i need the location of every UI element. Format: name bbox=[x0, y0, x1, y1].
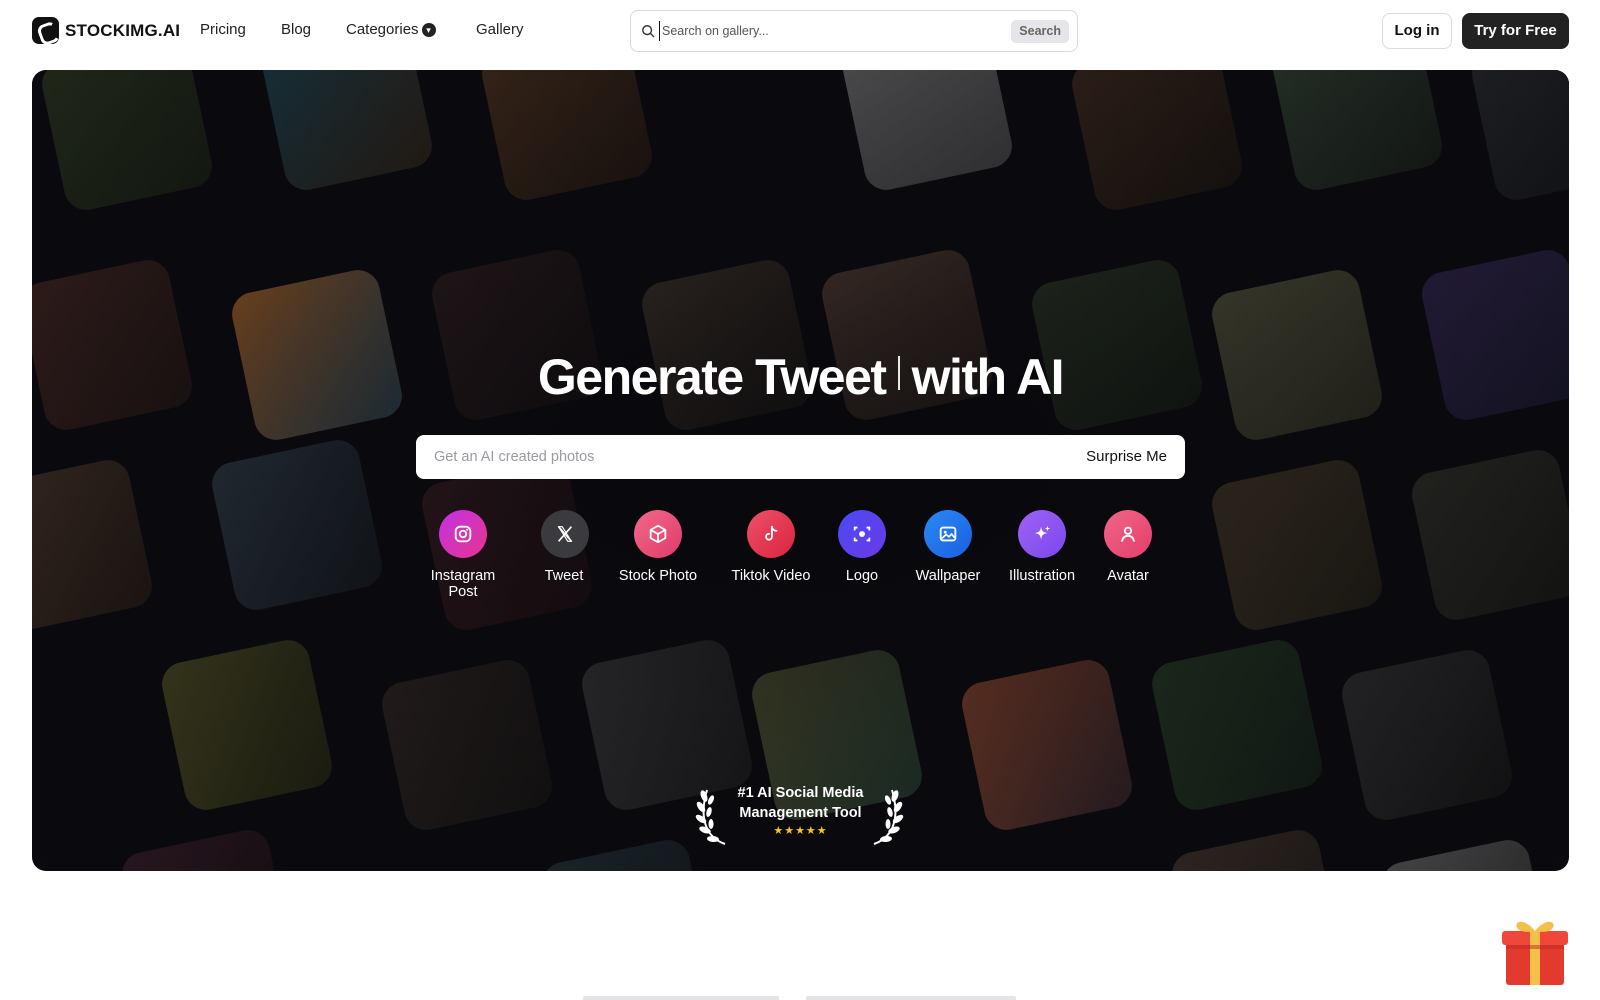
prompt-bar: Surprise Me bbox=[416, 435, 1185, 479]
category-circle bbox=[924, 510, 972, 558]
nav-gallery-link[interactable]: Gallery bbox=[476, 21, 524, 38]
tiktok-icon bbox=[765, 525, 778, 541]
gallery-search-button[interactable]: Search bbox=[1011, 20, 1069, 43]
category-label: Avatar bbox=[1107, 568, 1149, 584]
star-rating: ★★★★★ bbox=[773, 825, 828, 837]
try-for-free-button[interactable]: Try for Free bbox=[1462, 13, 1569, 49]
award-line-2: Management Tool bbox=[739, 805, 862, 821]
logo-mark-icon bbox=[32, 17, 59, 44]
gallery-search-input[interactable] bbox=[659, 21, 999, 41]
category-circle bbox=[541, 510, 589, 558]
category-label: Stock Photo bbox=[618, 568, 698, 584]
brand-logo[interactable]: STOCKIMG.AI bbox=[32, 17, 180, 44]
surprise-me-button[interactable]: Surprise Me bbox=[1086, 448, 1167, 465]
search-icon bbox=[642, 25, 655, 38]
category-label: Illustration bbox=[1008, 568, 1076, 584]
hero-headline: Generate Tweet with AI bbox=[32, 348, 1569, 406]
category-stock-photo[interactable]: Stock Photo bbox=[615, 510, 701, 584]
category-circle bbox=[1104, 510, 1152, 558]
typing-caret bbox=[897, 356, 900, 390]
category-wallpaper[interactable]: Wallpaper bbox=[913, 510, 983, 584]
category-label: Tweet bbox=[544, 568, 584, 584]
image-icon bbox=[939, 526, 957, 542]
bottom-section-edge bbox=[806, 996, 1016, 1000]
category-circle bbox=[439, 510, 487, 558]
prompt-input[interactable] bbox=[434, 447, 1034, 467]
gallery-search-bar: Search bbox=[630, 10, 1078, 52]
bottom-section-edge bbox=[583, 996, 779, 1000]
category-illustration[interactable]: Illustration bbox=[1006, 510, 1078, 584]
category-label: Tiktok Video bbox=[731, 568, 811, 584]
top-navigation: STOCKIMG.AI Pricing Blog Categories ▾ Gal… bbox=[0, 0, 1600, 62]
hero-section: Generate Tweet with AI Surprise Me Instag… bbox=[32, 70, 1569, 871]
category-circle bbox=[634, 510, 682, 558]
brand-name: STOCKIMG.AI bbox=[65, 20, 181, 40]
category-logo[interactable]: Logo bbox=[838, 510, 886, 584]
sparkle-icon bbox=[1034, 525, 1051, 540]
nav-categories-label: Categories bbox=[346, 21, 419, 38]
category-tiktok-video[interactable]: Tiktok Video bbox=[726, 510, 816, 584]
headline-suffix: with AI bbox=[911, 349, 1065, 405]
category-tweet[interactable]: Tweet bbox=[541, 510, 589, 584]
category-instagram-post[interactable]: Instagram Post bbox=[415, 510, 511, 600]
category-shortcuts: Instagram Post Tweet Stock Photo Tiktok … bbox=[32, 510, 1569, 600]
nav-blog-link[interactable]: Blog bbox=[281, 21, 311, 38]
award-badge: #1 AI Social Media Management Tool ★★★★★ bbox=[32, 783, 1569, 837]
login-button[interactable]: Log in bbox=[1382, 13, 1452, 49]
gift-icon[interactable] bbox=[1502, 913, 1568, 987]
user-icon bbox=[1121, 526, 1135, 542]
category-circle bbox=[747, 510, 795, 558]
logo-scan-icon bbox=[853, 526, 871, 542]
award-line-1: #1 AI Social Media bbox=[737, 785, 864, 801]
instagram-icon bbox=[454, 525, 472, 543]
category-label: Instagram Post bbox=[430, 568, 496, 600]
chevron-down-icon: ▾ bbox=[421, 23, 436, 37]
category-circle bbox=[838, 510, 886, 558]
nav-pricing-link[interactable]: Pricing bbox=[200, 21, 246, 38]
x-icon bbox=[557, 526, 573, 542]
category-label: Wallpaper bbox=[915, 568, 981, 584]
category-avatar[interactable]: Avatar bbox=[1104, 510, 1152, 584]
category-circle bbox=[1018, 510, 1066, 558]
nav-categories-dropdown[interactable]: Categories ▾ bbox=[346, 21, 436, 38]
category-label: Logo bbox=[845, 568, 879, 584]
headline-prefix: Generate Tweet bbox=[537, 349, 887, 405]
box-icon bbox=[649, 524, 667, 544]
